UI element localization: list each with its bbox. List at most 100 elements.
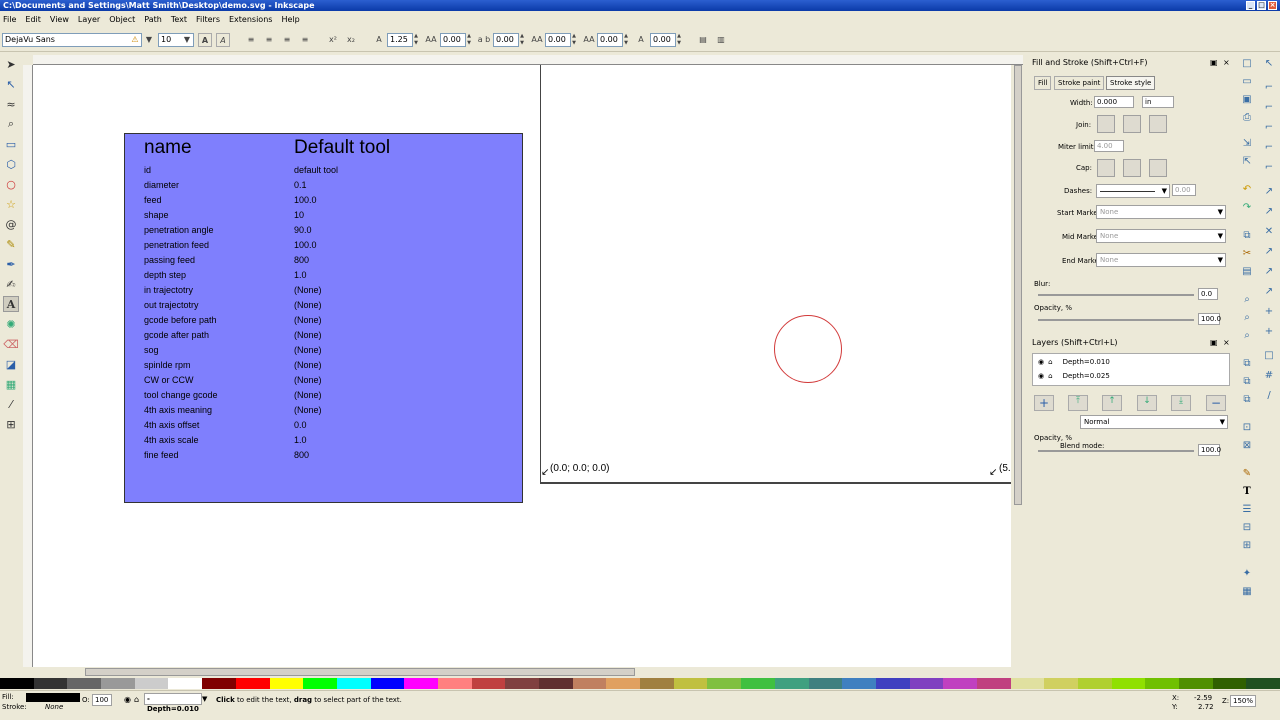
vertical-shift-input[interactable]: 0.00	[597, 33, 623, 47]
pen-tool-icon[interactable]: ✒	[3, 256, 19, 272]
maximize-icon[interactable]: □	[1257, 1, 1266, 10]
new-document-icon[interactable]: □	[1239, 56, 1255, 72]
swatch[interactable]	[572, 678, 607, 689]
zoom-selection-icon[interactable]: ⌕	[1239, 292, 1255, 308]
align-justify-icon[interactable]: ≡	[298, 33, 312, 47]
superscript-icon[interactable]: x²	[326, 33, 340, 47]
drawing-canvas[interactable]: name Default tool id default tool diameter…	[33, 65, 1011, 667]
italic-icon[interactable]: A	[216, 33, 230, 47]
menu-layer[interactable]: Layer	[78, 15, 100, 24]
snap-bbox-edge-icon[interactable]: ⌐	[1261, 100, 1277, 116]
dash-offset-input[interactable]: 0.00	[1172, 184, 1196, 196]
text-font-icon[interactable]: T	[1239, 484, 1255, 500]
fill-indicator[interactable]	[26, 693, 80, 702]
tweak-tool-icon[interactable]: ≈	[3, 96, 19, 112]
snap-object-center-icon[interactable]: +	[1261, 304, 1277, 320]
swatch[interactable]	[67, 678, 102, 689]
swatch[interactable]	[336, 678, 371, 689]
kerning-spinner[interactable]: ▲ ▼	[571, 33, 577, 47]
vertical-shift-spinner[interactable]: ▲ ▼	[623, 33, 629, 47]
eye-icon[interactable]: ◉	[1038, 372, 1044, 380]
align-right-icon[interactable]: ≡	[280, 33, 294, 47]
remove-layer-icon[interactable]: −	[1206, 395, 1226, 411]
swatch[interactable]	[875, 678, 910, 689]
print-icon[interactable]: ⎙	[1239, 110, 1255, 126]
swatch[interactable]	[437, 678, 472, 689]
ellipse-tool-icon[interactable]: ○	[3, 176, 19, 192]
align-distribute-icon[interactable]: ⊞	[1239, 538, 1255, 554]
save-icon[interactable]: ▣	[1239, 92, 1255, 108]
swatch[interactable]	[774, 678, 809, 689]
width-input[interactable]: 0.000	[1094, 96, 1134, 108]
vertical-text-icon[interactable]: ▥	[714, 33, 728, 47]
document-properties-icon[interactable]: ▦	[1239, 584, 1255, 600]
menu-view[interactable]: View	[50, 15, 69, 24]
stroke-indicator[interactable]: None	[45, 703, 63, 711]
open-icon[interactable]: ▭	[1239, 74, 1255, 90]
clone-icon[interactable]: ⧉	[1239, 374, 1255, 390]
word-spacing-input[interactable]: 0.00	[493, 33, 519, 47]
snap-page-icon[interactable]: □	[1261, 348, 1277, 364]
subscript-icon[interactable]: x₂	[344, 33, 358, 47]
menu-edit[interactable]: Edit	[25, 15, 41, 24]
lower-to-bottom-icon[interactable]: ⤓	[1171, 395, 1191, 411]
preferences-icon[interactable]: ✦	[1239, 566, 1255, 582]
swatch[interactable]	[134, 678, 169, 689]
swatch[interactable]	[1111, 678, 1146, 689]
end-markers-select[interactable]: None ▼	[1096, 253, 1226, 267]
horizontal-scroll-thumb[interactable]	[85, 668, 635, 676]
layers-minimize-icon[interactable]: ▣	[1210, 338, 1218, 347]
menu-text[interactable]: Text	[171, 15, 187, 24]
lock-icon[interactable]: ⌂	[134, 695, 139, 704]
swatch[interactable]	[707, 678, 742, 689]
line-spacing-spinner[interactable]: ▲ ▼	[413, 33, 419, 47]
color-palette[interactable]	[0, 678, 1280, 689]
add-layer-icon[interactable]: +	[1034, 395, 1054, 411]
line-spacing-input[interactable]: 1.25	[387, 33, 413, 47]
lock-icon[interactable]: ⌂	[1048, 358, 1052, 366]
swatch[interactable]	[471, 678, 506, 689]
horizontal-ruler[interactable]	[33, 55, 1023, 65]
snap-midpoint-icon[interactable]: ↗	[1261, 284, 1277, 300]
panel-minimize-icon[interactable]: ▣	[1210, 58, 1218, 67]
connector-tool-icon[interactable]: ⊞	[3, 416, 19, 432]
join-round-icon[interactable]	[1123, 115, 1141, 133]
text-tool-icon[interactable]: A	[3, 296, 19, 312]
raise-to-top-icon[interactable]: ⤒	[1068, 395, 1088, 411]
zoom-page-icon[interactable]: ⌕	[1239, 328, 1255, 344]
swatch[interactable]	[909, 678, 944, 689]
align-left-icon[interactable]: ≡	[244, 33, 258, 47]
xml-editor-icon[interactable]: ⊟	[1239, 520, 1255, 536]
letter-spacing-input[interactable]: 0.00	[440, 33, 466, 47]
duplicate-icon[interactable]: ⧉	[1239, 356, 1255, 372]
tool-table[interactable]: name Default tool id default tool diameter…	[124, 133, 523, 503]
swatch[interactable]	[1179, 678, 1213, 689]
star-tool-icon[interactable]: ☆	[3, 196, 19, 212]
align-center-icon[interactable]: ≡	[262, 33, 276, 47]
swatch[interactable]	[808, 678, 843, 689]
opacity-input[interactable]: 100.0	[1198, 313, 1221, 325]
rotation-input[interactable]: 0.00	[650, 33, 676, 47]
lock-icon[interactable]: ⌂	[1048, 372, 1052, 380]
menu-help[interactable]: Help	[281, 15, 299, 24]
layer-opacity-slider[interactable]	[1038, 450, 1194, 452]
panel-close-icon[interactable]: ×	[1223, 58, 1230, 67]
redo-icon[interactable]: ↷	[1239, 200, 1255, 216]
join-miter-icon[interactable]	[1097, 115, 1115, 133]
swatch[interactable]	[640, 678, 674, 689]
snap-bbox-icon[interactable]: ⌐	[1261, 80, 1277, 96]
layers-close-icon[interactable]: ×	[1223, 338, 1230, 347]
swatch[interactable]	[976, 678, 1011, 689]
menu-extensions[interactable]: Extensions	[229, 15, 272, 24]
current-layer-select[interactable]: -Depth=0.010	[144, 693, 202, 713]
dash-pattern-select[interactable]: ▼	[1096, 184, 1170, 198]
bold-icon[interactable]: A	[198, 33, 212, 47]
dropper-tool-icon[interactable]: ⁄	[3, 396, 19, 412]
minimize-icon[interactable]: _	[1246, 1, 1255, 10]
tab-fill[interactable]: Fill	[1034, 76, 1052, 90]
gradient-tool-icon[interactable]: ▦	[3, 376, 19, 392]
eye-icon[interactable]: ◉	[124, 695, 131, 704]
fill-stroke-icon[interactable]: ✎	[1239, 466, 1255, 482]
word-spacing-spinner[interactable]: ▲ ▼	[519, 33, 525, 47]
3d-box-tool-icon[interactable]: ⬡	[3, 156, 19, 172]
